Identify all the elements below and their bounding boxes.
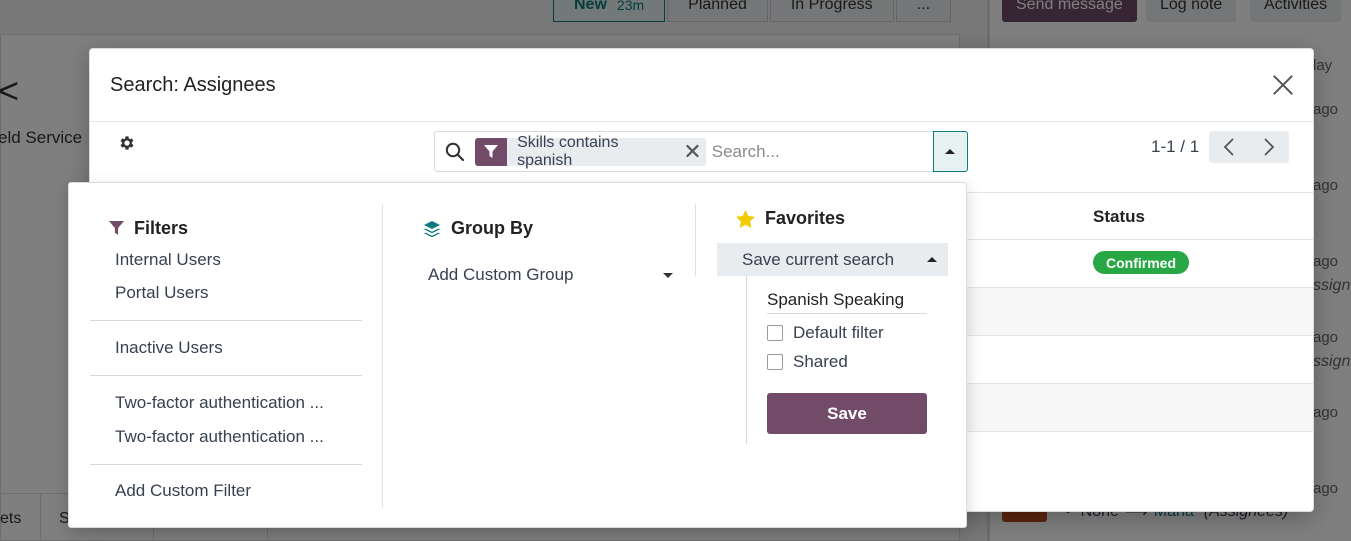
- close-icon[interactable]: [1269, 71, 1297, 99]
- chevron-right-icon[interactable]: [1249, 131, 1289, 163]
- gear-icon[interactable]: [118, 134, 136, 152]
- pager: 1-1 / 1: [1151, 131, 1290, 163]
- save-current-search-toggle[interactable]: Save current search: [717, 243, 948, 276]
- table-row: [967, 288, 1313, 336]
- status-badge: Confirmed: [1093, 251, 1189, 274]
- pager-value[interactable]: 1-1 / 1: [1151, 137, 1199, 157]
- filter-two-factor-2[interactable]: Two-factor authentication ...: [115, 427, 324, 447]
- group-by-header: Group By: [423, 218, 533, 239]
- checkbox[interactable]: [767, 325, 783, 341]
- caret-down-icon: [663, 272, 673, 278]
- save-search-panel: Default filter Shared Save: [746, 276, 946, 444]
- divider: [90, 464, 362, 465]
- filters-column: Filters Internal Users Portal Users Inac…: [69, 204, 383, 508]
- pager-buttons: [1209, 131, 1290, 163]
- column-header-status[interactable]: Status: [1093, 207, 1145, 227]
- favorites-header: Favorites: [736, 208, 845, 229]
- search-input[interactable]: [711, 136, 933, 167]
- favorites-column: Favorites Save current search Default fi…: [696, 183, 968, 527]
- filter-inactive-users[interactable]: Inactive Users: [115, 338, 223, 358]
- table-row: [967, 336, 1313, 384]
- filter-portal-users[interactable]: Portal Users: [115, 283, 209, 303]
- toggle-search-panel-button[interactable]: [932, 131, 968, 172]
- checkbox[interactable]: [767, 354, 783, 370]
- filter-icon: [474, 137, 508, 166]
- favorite-name-input[interactable]: [767, 286, 927, 314]
- chevron-left-icon[interactable]: [1209, 131, 1249, 163]
- caret-up-icon: [945, 149, 956, 154]
- dialog-title: Search: Assignees: [110, 74, 276, 96]
- filter-icon: [109, 221, 124, 236]
- search-facet: Skills contains spanish ✕: [474, 134, 706, 169]
- search-bar: Skills contains spanish ✕: [434, 131, 968, 172]
- divider: [90, 320, 362, 321]
- caret-up-icon: [927, 257, 937, 262]
- filters-header: Filters: [109, 218, 188, 239]
- star-icon: [736, 209, 755, 228]
- dialog-header: Search: Assignees: [90, 49, 1313, 122]
- table-row: [967, 384, 1313, 432]
- default-filter-checkbox[interactable]: Default filter: [767, 323, 884, 343]
- group-by-column: Group By Add Custom Group: [383, 204, 696, 284]
- remove-facet-icon[interactable]: ✕: [679, 138, 705, 166]
- layers-icon: [423, 220, 441, 238]
- search-panel-dropdown: Filters Internal Users Portal Users Inac…: [68, 182, 967, 528]
- filter-internal-users[interactable]: Internal Users: [115, 250, 221, 270]
- save-button[interactable]: Save: [767, 393, 927, 434]
- search-icon[interactable]: [435, 132, 475, 171]
- add-custom-filter[interactable]: Add Custom Filter: [115, 481, 251, 501]
- add-custom-group-select[interactable]: Add Custom Group: [428, 260, 673, 290]
- shared-checkbox[interactable]: Shared: [767, 352, 848, 372]
- divider: [90, 375, 362, 376]
- facet-label: Skills contains spanish: [517, 133, 619, 169]
- filter-two-factor-1[interactable]: Two-factor authentication ...: [115, 393, 324, 413]
